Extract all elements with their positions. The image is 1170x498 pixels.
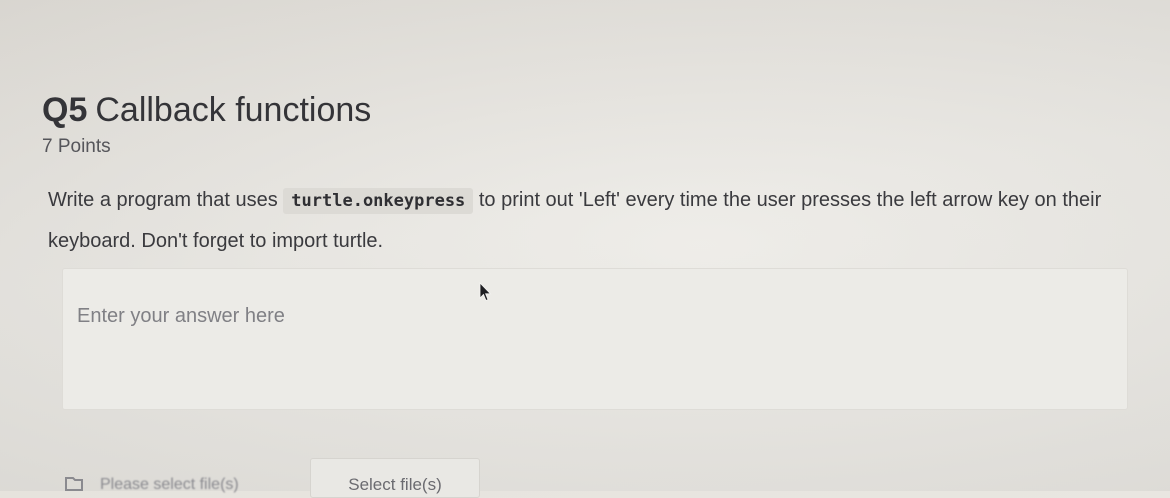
file-icon	[65, 477, 83, 491]
question-prompt: Write a program that uses turtle.onkeypr…	[48, 180, 1118, 261]
answer-box[interactable]	[62, 268, 1128, 410]
question-header: Q5 Callback functions	[42, 88, 1142, 132]
file-upload-row: Please select file(s) Select file(s)	[62, 458, 562, 498]
prompt-text-start: Write a program that uses	[48, 189, 284, 211]
answer-input[interactable]	[77, 305, 1113, 395]
mouse-pointer-icon	[479, 282, 492, 302]
select-files-button[interactable]: Select file(s)	[310, 458, 480, 498]
prompt-code: turtle.onkeypress	[283, 188, 474, 214]
question-block: Q5 Callback functions 7 Points Write a p…	[42, 88, 1142, 261]
file-status-text: Please select file(s)	[100, 476, 239, 493]
question-title: Callback functions	[95, 91, 372, 129]
question-points: 7 Points	[42, 136, 111, 157]
question-number: Q5	[42, 91, 88, 129]
